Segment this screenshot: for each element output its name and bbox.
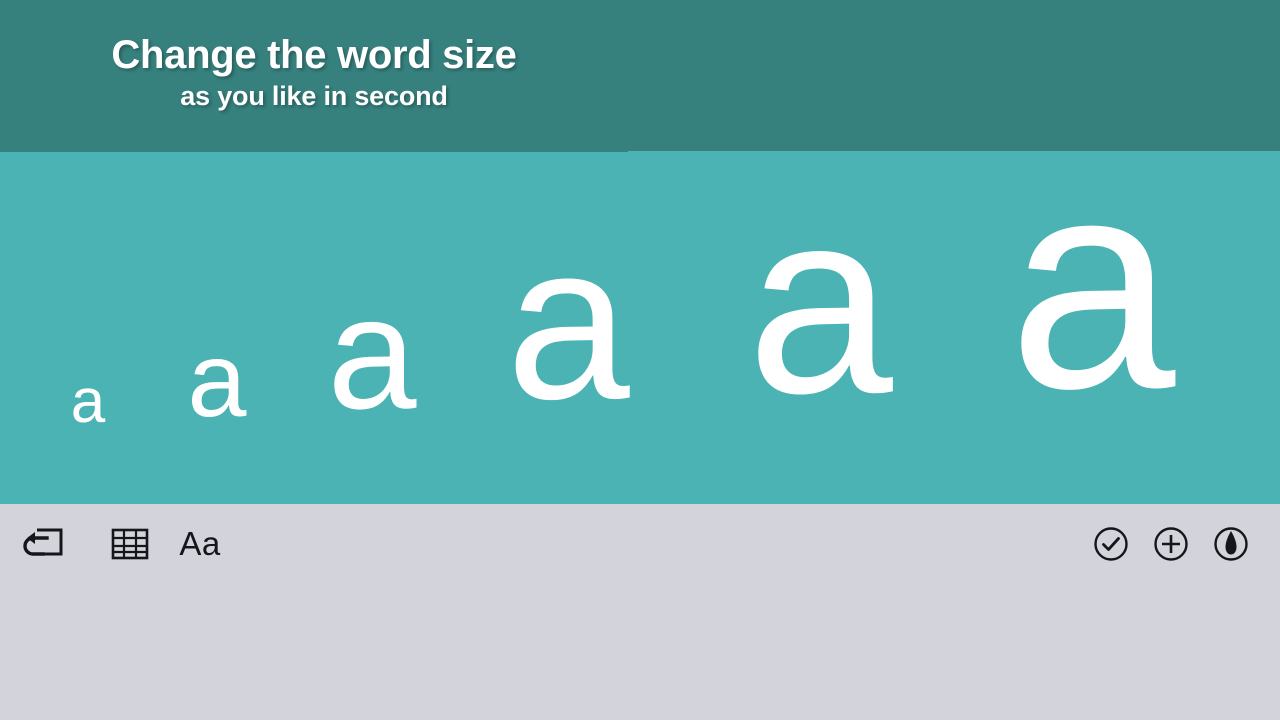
aa-text-icon[interactable]: Aa (172, 504, 228, 584)
banner-subtitle: as you like in second (180, 81, 448, 112)
pen-circle-icon[interactable] (1213, 504, 1249, 584)
font-size-sample: a (747, 155, 893, 448)
plus-circle-icon[interactable] (1153, 504, 1189, 584)
check-circle-icon[interactable] (1093, 504, 1129, 584)
font-size-sample: a (187, 321, 247, 439)
font-size-sample: a (1008, 115, 1176, 451)
font-size-sample: a (327, 263, 417, 442)
font-size-sample: a (70, 367, 106, 436)
aa-text-label: Aa (179, 525, 221, 562)
banner-title: Change the word size (111, 33, 517, 78)
font-size-sample: a (506, 198, 630, 446)
banner: Change the word size as you like in seco… (0, 0, 628, 145)
font-size-sample-row: aaaaaa (0, 133, 1280, 504)
keyboard-toolbar: Aa (0, 504, 1280, 584)
keyboard: Aa IYes (0, 504, 1280, 720)
table-icon[interactable] (108, 504, 152, 584)
undo-icon[interactable] (20, 504, 68, 584)
app-root: Change the word size as you like in seco… (0, 0, 1280, 720)
hero-preview-area: Change the word size as you like in seco… (0, 0, 1280, 504)
